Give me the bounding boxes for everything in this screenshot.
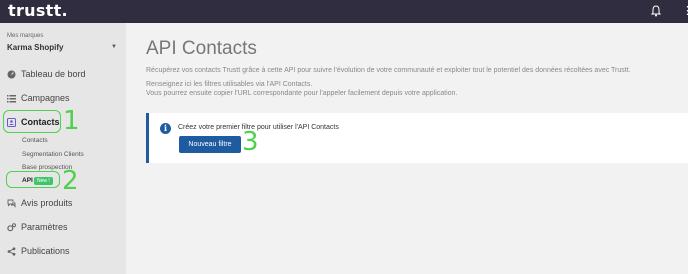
annotation-box-api: [6, 171, 60, 188]
info-panel: i Créez votre premier filtre pour utilis…: [146, 113, 688, 163]
annotation-box-contacts: [3, 110, 61, 133]
info-icon: i: [160, 123, 171, 134]
annotation-number: 1: [63, 106, 80, 136]
brand-selector[interactable]: Karma Shopify: [7, 43, 63, 52]
sidebar-item-publications[interactable]: Publications: [0, 243, 126, 261]
reviews-icon: [7, 199, 16, 208]
sidebar-item-label: Campagnes: [21, 93, 70, 103]
description-text: Vous pourrez ensuite copier l'URL corres…: [146, 90, 458, 97]
sidebar-item-dashboard[interactable]: Tableau de bord: [0, 66, 126, 84]
sidebar-item-label: Publications: [21, 246, 70, 256]
page-title: API Contacts: [146, 38, 257, 59]
more-menu-icon[interactable]: ⋮: [682, 4, 688, 18]
chevron-down-icon[interactable]: ▼: [111, 44, 117, 50]
sidebar-item-reviews[interactable]: Avis produits: [0, 195, 126, 213]
app-logo[interactable]: trustt.: [8, 1, 68, 20]
sidebar-subitem-segmentation[interactable]: Segmentation Clients: [22, 151, 84, 158]
share-icon: [7, 247, 16, 256]
sidebar-item-label: Avis produits: [21, 198, 73, 208]
description-text: Renseignez ici les filtres utilisables v…: [146, 81, 313, 88]
annotation-number: 3: [242, 127, 259, 157]
dashboard-icon: [7, 70, 16, 79]
sidebar-item-label: Tableau de bord: [21, 69, 86, 79]
description-text: Récupérez vos contacts Trustt grâce à ce…: [146, 67, 631, 74]
gear-icon: [7, 223, 16, 232]
new-filter-button[interactable]: Nouveau filtre: [179, 136, 241, 153]
annotation-number: 2: [62, 166, 79, 196]
sidebar-item-settings[interactable]: Paramètres: [0, 219, 126, 237]
brand-label: Mes marques: [7, 33, 44, 39]
top-bar: trustt. ⋮: [0, 0, 688, 23]
sidebar-subitem-contacts[interactable]: Contacts: [22, 137, 48, 144]
bell-icon[interactable]: [651, 5, 661, 17]
sidebar-item-label: Paramètres: [21, 222, 68, 232]
list-icon: [7, 95, 16, 103]
